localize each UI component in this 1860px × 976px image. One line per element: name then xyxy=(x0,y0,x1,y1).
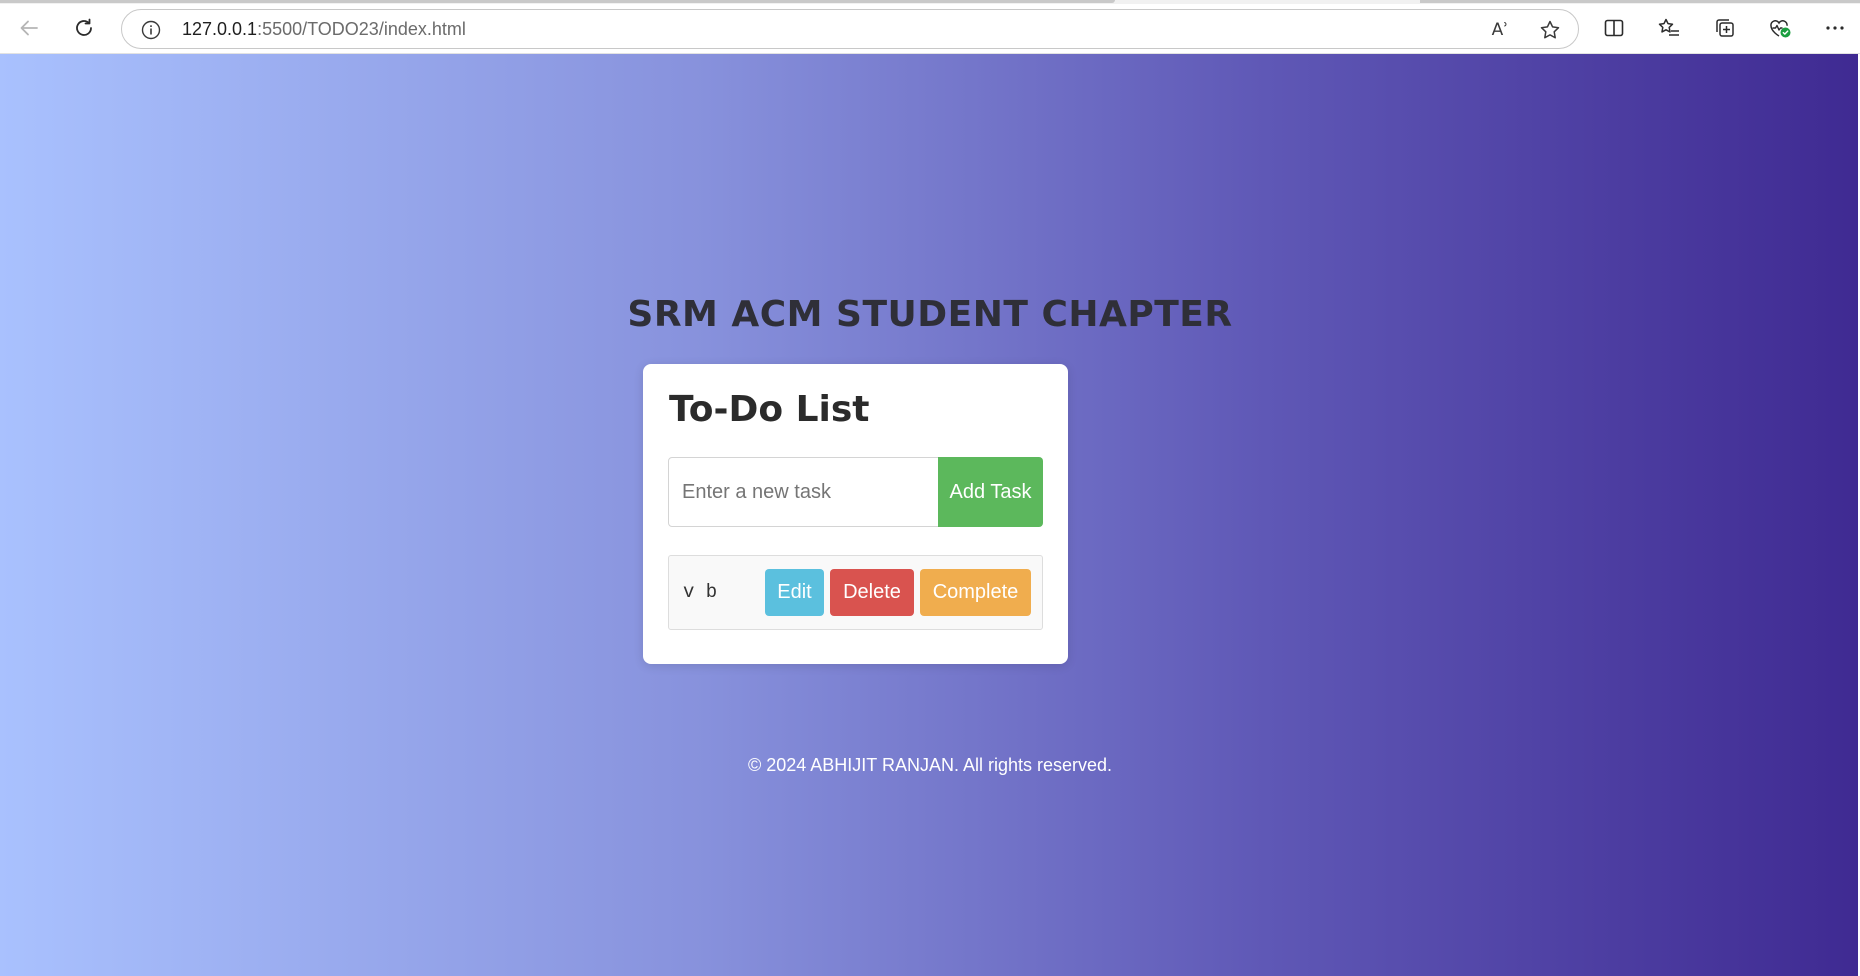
read-aloud-icon[interactable]: Aʾ xyxy=(1486,16,1514,44)
address-bar[interactable]: 127.0.0.1:5500/TODO23/index.html Aʾ xyxy=(121,9,1579,49)
favorites-list-icon[interactable] xyxy=(1651,12,1687,44)
url-text[interactable]: 127.0.0.1:5500/TODO23/index.html xyxy=(182,10,466,48)
footer-copyright: © 2024 ABHIJIT RANJAN. All rights reserv… xyxy=(747,755,1113,775)
browser-essentials-icon[interactable] xyxy=(1762,12,1798,44)
complete-button[interactable]: Complete xyxy=(920,569,1031,616)
split-screen-icon[interactable] xyxy=(1596,12,1632,44)
task-text: v b xyxy=(683,581,718,603)
url-host: 127.0.0.1 xyxy=(182,19,258,39)
add-task-button[interactable]: Add Task xyxy=(938,457,1043,527)
task-list: v b Edit Delete Complete xyxy=(668,555,1043,630)
more-icon[interactable] xyxy=(1817,12,1853,44)
edit-button[interactable]: Edit xyxy=(765,569,824,616)
tab-strip xyxy=(0,0,1860,4)
star-icon[interactable] xyxy=(1536,16,1564,44)
info-icon[interactable] xyxy=(140,19,162,41)
back-arrow-icon[interactable] xyxy=(11,12,47,44)
page-title: SRM ACM STUDENT CHAPTER xyxy=(627,294,1233,335)
card-title: To-Do List xyxy=(669,389,870,430)
todo-card: To-Do List Add Task v b Edit Delete Comp… xyxy=(643,364,1068,664)
tab-strip-segment xyxy=(1420,0,1860,3)
task-item: v b Edit Delete Complete xyxy=(668,555,1043,630)
url-path: :5500/TODO23/index.html xyxy=(257,19,466,39)
collections-icon[interactable] xyxy=(1707,12,1743,44)
page-background: SRM ACM STUDENT CHAPTER To-Do List Add T… xyxy=(0,54,1860,976)
tab-strip-segment xyxy=(0,0,1115,3)
browser-toolbar: 127.0.0.1:5500/TODO23/index.html Aʾ xyxy=(0,0,1860,54)
read-aloud-label: Aʾ xyxy=(1491,20,1509,40)
delete-button[interactable]: Delete xyxy=(830,569,914,616)
refresh-icon[interactable] xyxy=(66,12,102,44)
task-input[interactable] xyxy=(668,457,940,527)
